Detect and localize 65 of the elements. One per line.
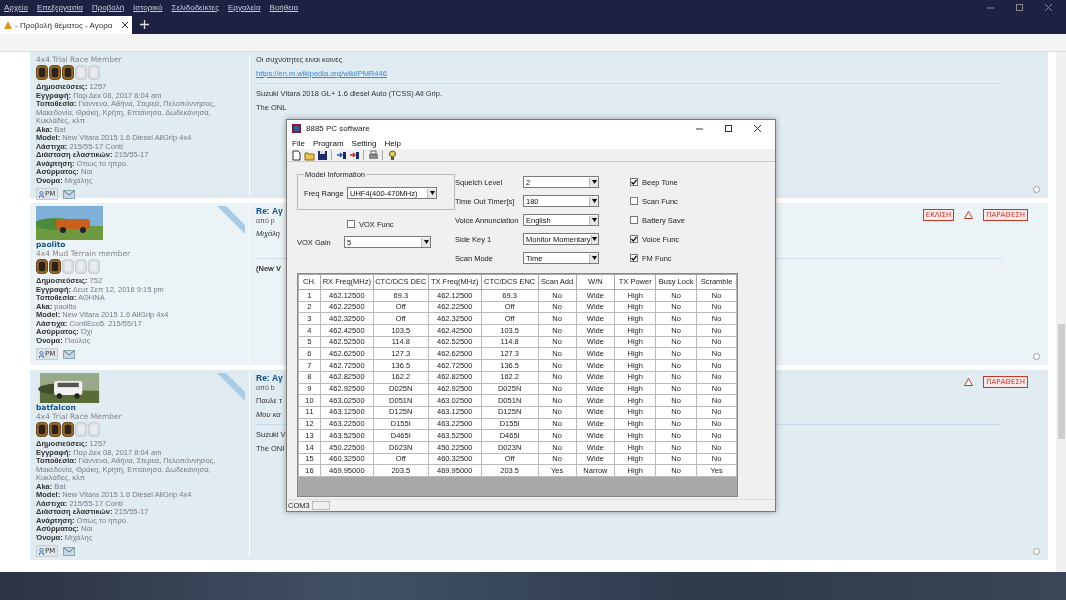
email-icon[interactable] xyxy=(63,349,76,359)
tire-icon xyxy=(49,422,61,437)
tire-icon xyxy=(75,422,87,437)
caret-icon xyxy=(589,215,598,225)
tire-icon xyxy=(75,65,87,80)
maximize-icon[interactable] xyxy=(725,125,732,132)
caret-icon xyxy=(421,237,430,247)
user-icon xyxy=(39,190,44,198)
tire-icon xyxy=(36,422,48,437)
arrow-icon xyxy=(348,149,360,161)
warning-icon[interactable] xyxy=(964,211,974,219)
menu-item[interactable]: Σελιδοδείκτες xyxy=(171,2,220,12)
bulb-icon xyxy=(386,149,398,161)
arrow-icon xyxy=(335,149,347,161)
tire-icon xyxy=(62,259,74,274)
menu-item[interactable]: Αρχείο xyxy=(4,2,28,12)
tire-icon xyxy=(88,422,100,437)
toolbar-button[interactable] xyxy=(316,149,328,161)
tire-icon xyxy=(36,259,48,274)
menu-item[interactable]: Program xyxy=(312,138,344,148)
caret-icon xyxy=(589,177,598,187)
toolbar-button[interactable] xyxy=(386,149,398,161)
tire-icon xyxy=(75,259,87,274)
caret-icon xyxy=(589,196,598,206)
post-title[interactable]: Re: Αγ xyxy=(256,206,283,216)
tire-icon xyxy=(88,259,100,274)
new-tab-icon[interactable] xyxy=(140,18,149,31)
email-icon[interactable] xyxy=(63,189,76,199)
user-icon xyxy=(39,350,44,358)
browser-tab[interactable]: - Προβολή θέματος - Αγορα xyxy=(0,16,132,34)
user-icon xyxy=(39,547,44,555)
app-icon xyxy=(292,124,301,133)
menu-item[interactable]: Ιστορικό xyxy=(133,2,163,12)
toolbar-button[interactable] xyxy=(335,149,347,161)
save-icon xyxy=(316,149,328,161)
checkmark-icon xyxy=(631,179,637,185)
toolbar-button[interactable] xyxy=(348,149,360,161)
status-pane xyxy=(311,501,330,510)
post-title[interactable]: Re: Αγ xyxy=(256,373,283,383)
menu-item[interactable]: File xyxy=(292,138,305,148)
tire-icon xyxy=(49,65,61,80)
caret-icon xyxy=(589,253,598,263)
caret-icon xyxy=(590,234,598,244)
menu-item[interactable]: Setting xyxy=(351,138,377,148)
tire-icon xyxy=(49,259,61,274)
menu-item[interactable]: Εργαλεία xyxy=(228,2,261,12)
menu-item[interactable]: Help xyxy=(384,138,401,148)
scrollbar[interactable] xyxy=(1056,52,1066,572)
caret-icon xyxy=(427,188,436,198)
tire-icon xyxy=(88,65,100,80)
close-icon[interactable] xyxy=(122,22,128,28)
email-icon[interactable] xyxy=(63,546,76,556)
tire-icon xyxy=(62,65,74,80)
menu-item[interactable]: Βοήθεια xyxy=(269,2,299,12)
tire-icon xyxy=(36,65,48,80)
window-title: 8885 PC software xyxy=(306,124,370,133)
tire-icon xyxy=(62,422,74,437)
checkmark-icon xyxy=(631,236,637,242)
close-icon[interactable] xyxy=(754,125,761,132)
menu-item[interactable]: Προβολή xyxy=(92,2,125,12)
menu-item[interactable]: Επεξεργασία xyxy=(36,2,83,12)
minimize-icon[interactable] xyxy=(696,125,703,132)
triangle-logo-icon xyxy=(4,21,12,29)
checkmark-icon xyxy=(631,255,637,261)
warning-icon[interactable] xyxy=(964,378,974,386)
